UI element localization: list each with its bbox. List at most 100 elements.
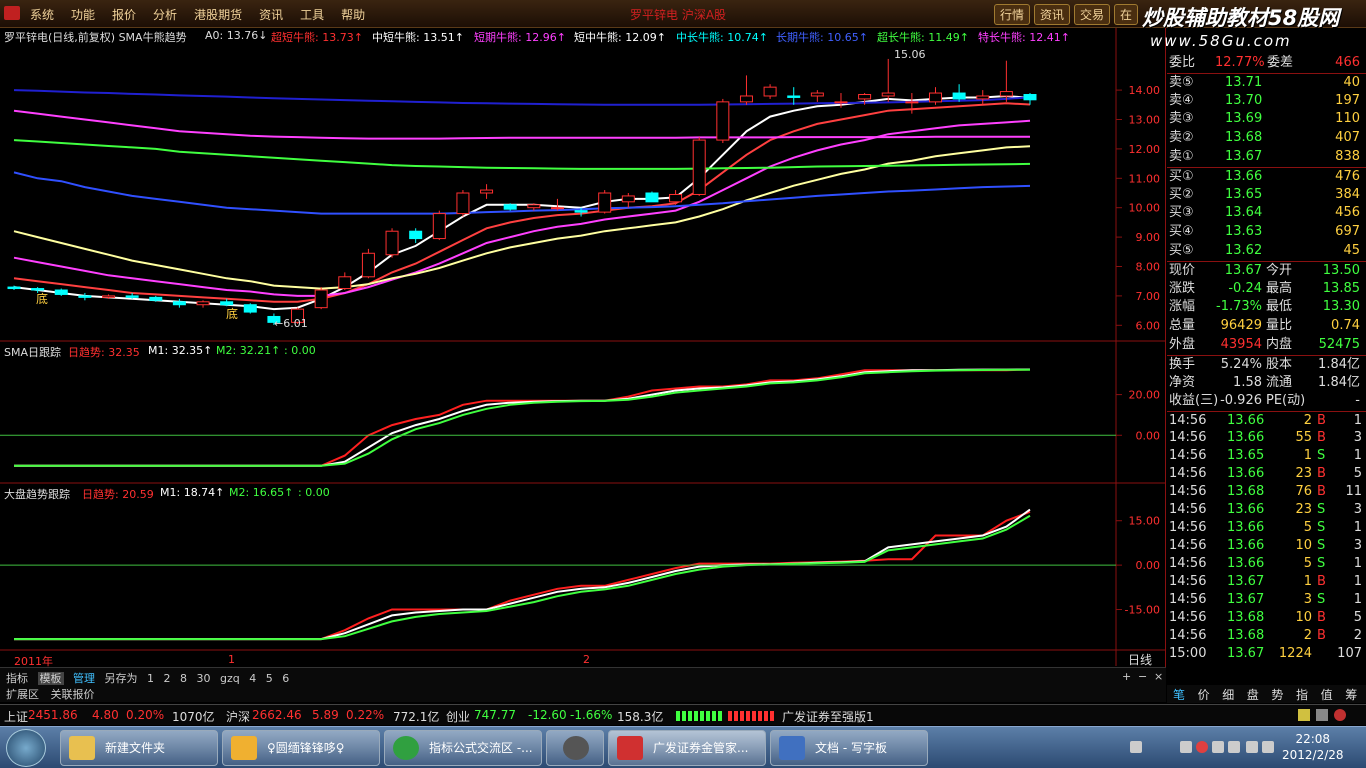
zoom-out-button[interactable]: − <box>1138 670 1147 683</box>
tab-gzq[interactable]: gzq <box>220 672 240 685</box>
candle-body <box>172 301 186 306</box>
menu-tools[interactable]: 工具 <box>300 6 324 23</box>
candle-body <box>1023 94 1037 101</box>
candle-body <box>409 230 423 240</box>
tab-template[interactable]: 模板 <box>37 672 64 685</box>
close-panel-button[interactable]: × <box>1154 670 1163 683</box>
sh-index: 2451.86 <box>28 708 78 722</box>
menu-hk-futures[interactable]: 港股期货 <box>194 6 242 23</box>
candle-body <box>810 92 824 97</box>
tab-save-as[interactable]: 另存为 <box>105 672 138 685</box>
tab-online[interactable]: 在 <box>1114 4 1139 25</box>
tab-6[interactable]: 6 <box>282 672 289 685</box>
candle-body <box>716 101 730 141</box>
tab-indicator[interactable]: 指标 <box>6 672 28 685</box>
task-wordpad[interactable]: 文档 - 写字板 <box>770 730 928 766</box>
y-tick-label: 20.00 <box>1129 389 1161 402</box>
quote-tab-0[interactable]: 笔 <box>1173 686 1185 703</box>
bid-row[interactable]: 买② 13.65 384 <box>1167 186 1366 205</box>
zoom-in-button[interactable]: + <box>1122 670 1131 683</box>
quote-tab-5[interactable]: 指 <box>1296 686 1308 703</box>
menu-report[interactable]: 报价 <box>112 6 136 23</box>
series-line <box>14 368 1031 467</box>
alert-icon[interactable] <box>1334 709 1346 721</box>
stat-row: 涨跌 -0.24 最高 13.85 <box>1169 280 1360 296</box>
tab-extension-area[interactable]: 扩展区 <box>6 688 39 701</box>
tab-news[interactable]: 资讯 <box>1034 4 1071 25</box>
sh-change: 4.80 <box>92 708 119 722</box>
tab-manage[interactable]: 管理 <box>73 672 95 685</box>
menu-analysis[interactable]: 分析 <box>153 6 177 23</box>
period-label: 日线 <box>1128 653 1153 667</box>
quote-tab-6[interactable]: 值 <box>1321 686 1333 703</box>
sub2-m2: M2: 16.65↑ <box>229 486 294 499</box>
app-logo-icon <box>4 6 20 20</box>
browser-icon <box>393 736 419 760</box>
sub2-trend: 日趋势: 20.59 <box>82 488 154 501</box>
tray-icon-2[interactable] <box>1196 741 1208 753</box>
task-browser[interactable]: 指标公式交流区 -... <box>384 730 542 766</box>
quote-tab-7[interactable]: 筹 <box>1345 686 1357 703</box>
tray-icon-4[interactable] <box>1262 741 1274 753</box>
menu-help[interactable]: 帮助 <box>341 6 365 23</box>
tab-quotes[interactable]: 行情 <box>994 4 1031 25</box>
quote-tab-1[interactable]: 价 <box>1198 686 1210 703</box>
series-label-5: 中长牛熊: 10.74↑ <box>676 31 768 44</box>
series-line <box>14 508 1031 641</box>
extension-tabs: 扩展区 关联报价 <box>0 685 1166 702</box>
y-tick-label: 13.00 <box>1129 114 1161 127</box>
network-icon[interactable] <box>1228 741 1240 753</box>
tab-30[interactable]: 30 <box>197 672 211 685</box>
menu-system[interactable]: 系统 <box>30 6 54 23</box>
kline-chart[interactable]: 6.00 7.00 8.00 9.00 10.00 11.00 12.00 13.00 14.0… <box>0 28 1166 683</box>
sub1-title: SMA日跟踪 <box>4 346 61 359</box>
candle-body <box>645 192 659 203</box>
tab-related-quotes[interactable]: 关联报价 <box>51 688 95 701</box>
cy-pct: -1.66% <box>570 708 613 722</box>
bottom-marker-2: 底 <box>226 307 239 321</box>
y-tick-label: 15.00 <box>1129 515 1161 528</box>
keyboard-icon[interactable] <box>1130 741 1142 753</box>
menu-news[interactable]: 资讯 <box>259 6 283 23</box>
bid-row[interactable]: 买⑤ 13.62 45 <box>1167 242 1366 261</box>
quote-tab-3[interactable]: 盘 <box>1247 686 1259 703</box>
stat-row: 总量 96429 量比 0.74 <box>1169 318 1360 334</box>
ask-row[interactable]: 卖③ 13.69 110 <box>1167 110 1366 129</box>
tab-2[interactable]: 2 <box>164 672 171 685</box>
ask-row[interactable]: 卖④ 13.70 197 <box>1167 92 1366 111</box>
series-line <box>13 109 1030 140</box>
candle-body <box>7 286 21 290</box>
tab-5[interactable]: 5 <box>266 672 273 685</box>
tab-4[interactable]: 4 <box>249 672 256 685</box>
clock[interactable]: 22:08 2012/2/28 <box>1282 731 1344 763</box>
sz-label: 沪深 <box>226 710 251 724</box>
lock-icon[interactable] <box>1298 709 1310 721</box>
sub1-m2: M2: 32.21↑ <box>216 344 281 357</box>
series-line <box>13 139 1031 170</box>
ask-row[interactable]: 卖⑤ 13.71 40 <box>1167 72 1366 92</box>
quote-tab-4[interactable]: 势 <box>1271 686 1283 703</box>
bid-row[interactable]: 买① 13.66 476 <box>1167 166 1366 186</box>
task-media[interactable] <box>546 730 604 766</box>
quote-tab-2[interactable]: 细 <box>1222 686 1234 703</box>
tab-8[interactable]: 8 <box>180 672 187 685</box>
ask-row[interactable]: 卖② 13.68 407 <box>1167 129 1366 148</box>
main-indicator-title: 罗平锌电(日线,前复权) SMA牛熊趋势 <box>4 31 187 44</box>
bid-row[interactable]: 买③ 13.64 456 <box>1167 204 1366 223</box>
tray-icon-3[interactable] <box>1212 741 1224 753</box>
task-qq-chat[interactable]: ♀圆缅锋锋哆♀ <box>222 730 380 766</box>
settings-icon[interactable] <box>1316 709 1328 721</box>
tab-1[interactable]: 1 <box>147 672 154 685</box>
task-broker-app[interactable]: 广发证券金管家... <box>608 730 766 766</box>
candle-body <box>361 252 375 278</box>
tab-trade[interactable]: 交易 <box>1074 4 1111 25</box>
ask-row[interactable]: 卖① 13.67 838 <box>1167 148 1366 167</box>
start-button[interactable] <box>6 729 46 767</box>
sub2-title: 大盘趋势跟踪 <box>4 488 70 501</box>
tray-icon-1[interactable] <box>1180 741 1192 753</box>
menu-function[interactable]: 功能 <box>71 6 95 23</box>
bid-row[interactable]: 买④ 13.63 697 <box>1167 223 1366 242</box>
volume-icon[interactable] <box>1246 741 1258 753</box>
task-new-folder[interactable]: 新建文件夹 <box>60 730 218 766</box>
series-label-7: 超长牛熊: 11.49↑ <box>877 31 969 44</box>
